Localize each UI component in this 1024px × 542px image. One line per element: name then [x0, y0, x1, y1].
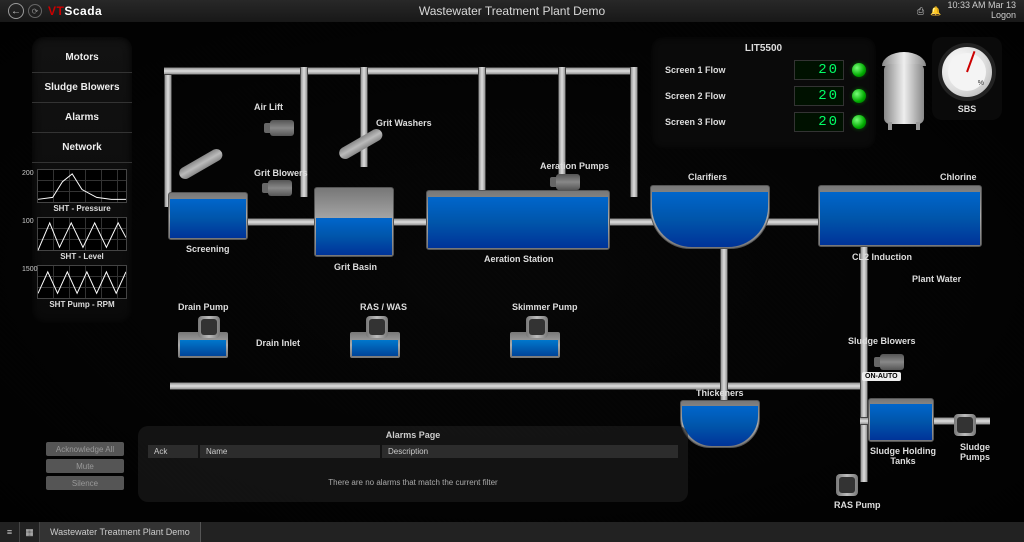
- chlorine-tank[interactable]: [818, 185, 982, 247]
- page-title: Wastewater Treatment Plant Demo: [419, 4, 605, 18]
- alarms-panel: Alarms Page Ack Name Description There a…: [138, 426, 688, 502]
- label-clarifiers: Clarifiers: [688, 172, 727, 182]
- grid-icon[interactable]: ▦: [20, 522, 40, 542]
- lcd-screen1: 20: [794, 60, 844, 80]
- label-cl2-induction: CL2 Induction: [852, 252, 912, 262]
- status-led-1: [852, 63, 866, 77]
- label-sludge-holding: Sludge Holding Tanks: [868, 446, 938, 466]
- sludge-pump[interactable]: [954, 414, 976, 436]
- sidebar-item-sludge-blowers[interactable]: Sludge Blowers: [32, 73, 132, 103]
- ras-was-pump[interactable]: [366, 316, 388, 338]
- col-description[interactable]: Description: [382, 445, 678, 458]
- menu-icon[interactable]: ≡: [0, 522, 20, 542]
- col-ack[interactable]: Ack: [148, 445, 198, 458]
- label-ras-pump: RAS Pump: [834, 500, 881, 510]
- label-grit-basin: Grit Basin: [334, 262, 377, 272]
- footer-bar: ≡ ▦ Wastewater Treatment Plant Demo: [0, 522, 1024, 542]
- chart-sht-pump-rpm[interactable]: 1500 SHT Pump - RPM: [36, 265, 128, 309]
- alarms-table: Ack Name Description: [146, 443, 680, 460]
- sidebar-item-motors[interactable]: Motors: [32, 43, 132, 73]
- screening-conveyor[interactable]: [180, 170, 228, 182]
- aeration-station-tank[interactable]: [426, 190, 610, 250]
- readout-panel: LIT5500 Screen 1 Flow 20 Screen 2 Flow 2…: [651, 37, 876, 149]
- lcd-screen3: 20: [794, 112, 844, 132]
- label-aeration-pumps: Aeration Pumps: [540, 161, 609, 171]
- label-sludge-pumps: Sludge Pumps: [950, 442, 1000, 462]
- label-sludge-blowers: Sludge Blowers: [848, 336, 916, 346]
- sidebar-item-alarms[interactable]: Alarms: [32, 103, 132, 133]
- label-air-lift: Air Lift: [254, 102, 283, 112]
- label-chlorine: Chlorine: [940, 172, 977, 182]
- lcd-screen2: 20: [794, 86, 844, 106]
- status-led-2: [852, 89, 866, 103]
- label-plant-water: Plant Water: [912, 274, 961, 284]
- clarifiers-tank[interactable]: [650, 185, 770, 249]
- alarm-button-group: Acknowledge All Mute Silence: [46, 442, 124, 490]
- sbs-gauge[interactable]: % SBS: [932, 37, 1002, 120]
- col-name[interactable]: Name: [200, 445, 380, 458]
- mute-button[interactable]: Mute: [46, 459, 124, 473]
- skimmer-pump[interactable]: [526, 316, 548, 338]
- silence-button[interactable]: Silence: [46, 476, 124, 490]
- chart-sht-pressure[interactable]: 200 SHT - Pressure: [36, 169, 128, 213]
- label-skimmer-pump: Skimmer Pump: [512, 302, 578, 312]
- label-ras-was: RAS / WAS: [360, 302, 407, 312]
- label-grit-washers: Grit Washers: [376, 118, 432, 128]
- label-aeration-station: Aeration Station: [484, 254, 554, 264]
- ras-pump[interactable]: [836, 474, 858, 496]
- refresh-button[interactable]: ⟳: [28, 4, 42, 18]
- label-drain-pump: Drain Pump: [178, 302, 229, 312]
- bell-icon[interactable]: 🔔: [930, 6, 941, 17]
- readout-row-3: Screen 3 Flow 20: [661, 112, 866, 132]
- back-button[interactable]: ←: [8, 3, 24, 19]
- air-lift-motor[interactable]: [270, 120, 294, 136]
- label-thickeners: Thickeners: [696, 388, 744, 398]
- storage-tank-icon[interactable]: [882, 50, 926, 130]
- grit-blower-motor[interactable]: [268, 180, 292, 196]
- chart-sht-level[interactable]: 100 SHT - Level: [36, 217, 128, 261]
- sludge-blower-motor[interactable]: [880, 354, 904, 370]
- alarms-title: Alarms Page: [146, 430, 680, 440]
- readout-title: LIT5500: [661, 43, 866, 54]
- status-led-3: [852, 115, 866, 129]
- logon-link[interactable]: Logon: [947, 11, 1016, 21]
- on-auto-indicator: ON-AUTO: [862, 372, 901, 381]
- sludge-holding-tank[interactable]: [868, 398, 934, 442]
- label-screening: Screening: [186, 244, 230, 254]
- thickeners-tank[interactable]: [680, 400, 760, 448]
- grit-washer-conveyor[interactable]: [340, 150, 388, 162]
- footer-tab[interactable]: Wastewater Treatment Plant Demo: [40, 522, 201, 542]
- grit-basin-tank[interactable]: [314, 187, 394, 257]
- sidebar: Motors Sludge Blowers Alarms Network 200…: [32, 37, 132, 323]
- sidebar-item-network[interactable]: Network: [32, 133, 132, 163]
- app-logo: VTScada: [48, 4, 102, 18]
- print-icon[interactable]: ⎙: [917, 6, 924, 17]
- drain-pump[interactable]: [198, 316, 220, 338]
- screening-tank[interactable]: [168, 192, 248, 240]
- label-drain-inlet: Drain Inlet: [256, 338, 300, 348]
- alarms-empty-message: There are no alarms that match the curre…: [146, 460, 680, 487]
- aeration-pump-motor[interactable]: [556, 174, 580, 190]
- readout-row-1: Screen 1 Flow 20: [661, 60, 866, 80]
- title-bar: ← ⟳ VTScada Wastewater Treatment Plant D…: [0, 0, 1024, 22]
- ack-all-button[interactable]: Acknowledge All: [46, 442, 124, 456]
- process-canvas: Motors Sludge Blowers Alarms Network 200…: [0, 22, 1024, 522]
- label-grit-blowers: Grit Blowers: [254, 168, 308, 178]
- readout-row-2: Screen 2 Flow 20: [661, 86, 866, 106]
